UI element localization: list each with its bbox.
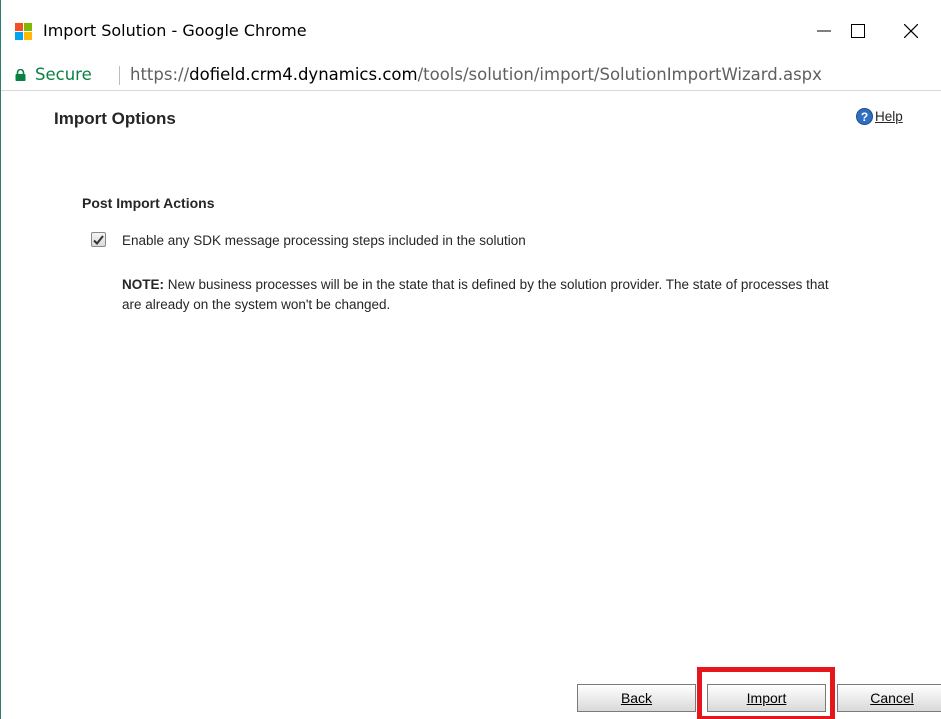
lock-icon xyxy=(15,69,26,81)
cancel-button-label: Cancel xyxy=(870,690,914,706)
help-icon: ? xyxy=(856,108,873,125)
url-text[interactable]: https://dofield.crm4.dynamics.com/tools/… xyxy=(130,65,822,84)
wizard-content: Import Options ? Help Post Import Action… xyxy=(2,92,941,719)
import-button[interactable]: Import xyxy=(707,684,826,712)
maximize-icon xyxy=(851,24,865,38)
window-title: Import Solution - Google Chrome xyxy=(43,21,307,40)
url-host: dofield.crm4.dynamics.com xyxy=(189,65,418,84)
post-import-actions-heading: Post Import Actions xyxy=(82,195,215,211)
note-body: New business processes will be in the st… xyxy=(122,277,829,312)
secure-label: Secure xyxy=(35,65,92,84)
note-text: NOTE: New business processes will be in … xyxy=(122,275,842,315)
checkmark-icon xyxy=(93,234,104,245)
title-bar: Import Solution - Google Chrome xyxy=(1,0,941,60)
help-link[interactable]: ? Help xyxy=(856,108,903,125)
microsoft-logo-icon xyxy=(15,23,33,41)
url-path: /tools/solution/import/SolutionImportWiz… xyxy=(417,65,822,84)
back-button[interactable]: Back xyxy=(577,684,696,712)
close-icon xyxy=(904,24,918,38)
close-window-button[interactable] xyxy=(888,14,934,48)
enable-sdk-steps-checkbox[interactable] xyxy=(91,232,106,247)
address-bar[interactable]: Secure https://dofield.crm4.dynamics.com… xyxy=(1,60,941,91)
maximize-button[interactable] xyxy=(835,14,881,48)
import-button-label: Import xyxy=(746,690,787,706)
page-title: Import Options xyxy=(54,109,176,128)
back-button-label: Back xyxy=(620,690,653,706)
help-label: Help xyxy=(875,109,903,124)
url-scheme: https:// xyxy=(130,65,190,84)
note-prefix: NOTE: xyxy=(122,277,164,292)
address-divider xyxy=(119,66,120,85)
browser-window: Import Solution - Google Chrome Secure h xyxy=(0,0,941,719)
minimize-icon xyxy=(817,30,831,32)
cancel-button[interactable]: Cancel xyxy=(837,684,941,712)
enable-sdk-steps-label: Enable any SDK message processing steps … xyxy=(122,233,526,248)
